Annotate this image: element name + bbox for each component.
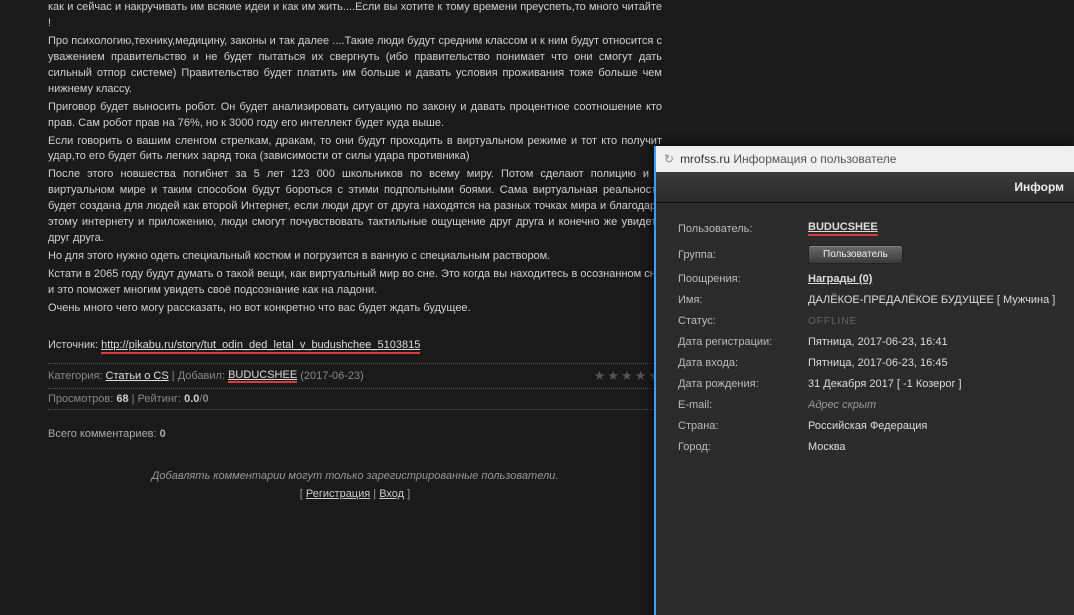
article-paragraph: Про психологию,технику,медицину, законы …: [48, 34, 662, 98]
info-row-status: Статус: OFFLINE: [678, 315, 1060, 327]
reload-icon[interactable]: ↻: [664, 152, 674, 166]
info-row-birth: Дата рождения: 31 Декабря 2017 [ -1 Козе…: [678, 378, 1060, 390]
city-value: Москва: [808, 441, 846, 453]
article-paragraph: Приговор будет выносить робот. Он будет …: [48, 100, 662, 132]
meta-row-2: Просмотров: 68 | Рейтинг: 0.0/0: [48, 389, 662, 410]
post-date: (2017-06-23): [300, 370, 364, 382]
info-row-awards: Поощрения: Награды (0): [678, 273, 1060, 285]
views-value: 68: [116, 393, 128, 405]
author-link[interactable]: BUDUCSHEE: [228, 369, 297, 383]
group-badge[interactable]: Пользователь: [808, 245, 903, 264]
article-paragraph: Очень много чего могу рассказать, но вот…: [48, 301, 662, 317]
views-label: Просмотров:: [48, 393, 113, 405]
popup-header: Информ: [656, 172, 1074, 203]
category-label: Категория:: [48, 370, 102, 382]
register-link[interactable]: Регистрация: [306, 488, 370, 500]
source-line: Источник: http://pikabu.ru/story/tut_odi…: [48, 339, 662, 355]
article-paragraph: После этого новшества погибнет за 5 лет …: [48, 167, 662, 247]
added-label: Добавил:: [178, 370, 225, 382]
article-paragraph: Но для этого нужно одеть специальный кос…: [48, 249, 662, 265]
popup-url-bar: ↻ mrofss.ru Информация о пользователе: [656, 146, 1074, 172]
user-info-popup: ↻ mrofss.ru Информация о пользователе Ин…: [654, 146, 1074, 615]
user-info-body: Пользователь: BUDUCSHEE Группа: Пользова…: [656, 203, 1074, 472]
info-row-name: Имя: ДАЛЁКОЕ-ПРЕДАЛЁКОЕ БУДУЩЕЕ [ Мужчин…: [678, 294, 1060, 306]
comments-total: Всего комментариев: 0: [48, 428, 662, 440]
login-link[interactable]: Вход: [379, 488, 404, 500]
register-prompt: Добавлять комментарии могут только зарег…: [48, 470, 662, 482]
rating-value: 0.0: [184, 393, 199, 405]
info-row-user: Пользователь: BUDUCSHEE: [678, 221, 1060, 236]
rating-stars[interactable]: ★★★★★: [594, 368, 662, 384]
info-row-group: Группа: Пользователь: [678, 245, 1060, 264]
meta-row-1: Категория: Статьи о CS | Добавил: BUDUCS…: [48, 363, 662, 389]
popup-domain: mrofss.ru: [680, 152, 730, 166]
main-article-panel: как и сейчас и накручивать им всякие иде…: [30, 0, 680, 500]
popup-title-suffix: Информация о пользователе: [730, 152, 896, 166]
article-body: как и сейчас и накручивать им всякие иде…: [48, 0, 662, 317]
profile-username-link[interactable]: BUDUCSHEE: [808, 221, 878, 236]
popup-url-text: mrofss.ru Информация о пользователе: [680, 152, 896, 166]
comments-total-label: Всего комментариев:: [48, 428, 157, 440]
article-paragraph: Кстати в 2065 году будут думать о такой …: [48, 267, 662, 299]
info-row-email: E-mail: Адрес скрыт: [678, 399, 1060, 411]
awards-link[interactable]: Награды (0): [808, 273, 872, 285]
register-links: [ Регистрация | Вход ]: [48, 488, 662, 500]
category-link[interactable]: Статьи о CS: [106, 370, 169, 382]
source-link[interactable]: http://pikabu.ru/story/tut_odin_ded_leta…: [101, 339, 420, 354]
info-row-logindate: Дата входа: Пятница, 2017-06-23, 16:45: [678, 357, 1060, 369]
info-row-city: Город: Москва: [678, 441, 1060, 453]
rating-count: 0: [202, 393, 208, 405]
info-row-country: Страна: Российская Федерация: [678, 420, 1060, 432]
rating-label: Рейтинг:: [138, 393, 181, 405]
article-paragraph: Если говорить о вашим сленгом стрелкам, …: [48, 134, 662, 166]
info-row-regdate: Дата регистрации: Пятница, 2017-06-23, 1…: [678, 336, 1060, 348]
source-label: Источник:: [48, 339, 98, 351]
article-paragraph: как и сейчас и накручивать им всякие иде…: [48, 0, 662, 32]
comments-total-value: 0: [160, 428, 166, 440]
